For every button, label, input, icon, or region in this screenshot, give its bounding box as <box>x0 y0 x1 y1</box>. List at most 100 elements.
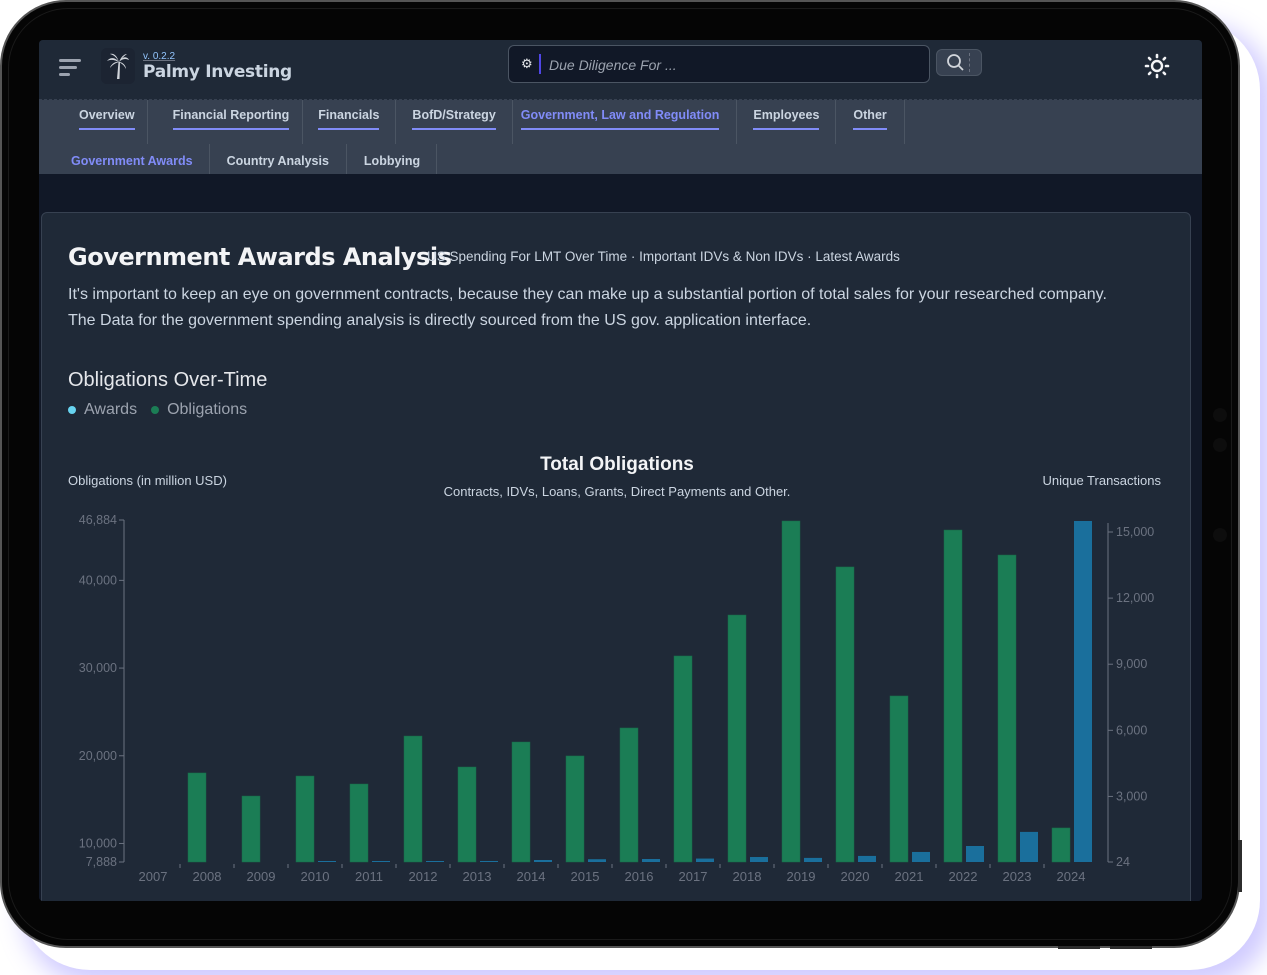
x-tick-label: 2014 <box>517 869 546 884</box>
transactions-bar <box>426 861 444 862</box>
obligations-bar <box>565 755 585 863</box>
x-tick-label: 2020 <box>841 869 870 884</box>
tab-overview[interactable]: Overview <box>59 100 148 144</box>
transactions-bar <box>318 861 336 862</box>
page-subtitle: US Spending For LMT Over Time · Importan… <box>427 249 900 264</box>
chart-title: Total Obligations <box>540 454 694 475</box>
y-tick-label: 10,000 <box>79 836 117 850</box>
obligations-bar <box>187 772 207 863</box>
legend-dot-obligations <box>151 406 160 414</box>
x-tick-label: 2008 <box>193 869 222 884</box>
palm-tree-icon[interactable] <box>101 48 135 84</box>
sensor-dot <box>1213 438 1227 452</box>
sun-icon[interactable] <box>1144 53 1170 79</box>
x-tick-label: 2012 <box>409 869 438 884</box>
brand-name: Palmy Investing <box>143 62 292 82</box>
x-tick-label: 2019 <box>787 869 816 884</box>
obligations-bar <box>403 735 423 863</box>
x-tick-label: 2007 <box>139 869 168 884</box>
app-screen: v. 0.2.2 Palmy Investing ⚙ Due Diligence… <box>39 40 1202 901</box>
y2-tick-label: 15,000 <box>1116 525 1154 539</box>
obligations-bar <box>835 566 855 863</box>
tab-other[interactable]: Other <box>836 100 905 144</box>
legend-item-awards[interactable]: Awards <box>68 401 137 419</box>
y2-axis-label: Unique Transactions <box>1042 473 1161 488</box>
y-tick-label: 20,000 <box>79 749 117 763</box>
x-tick-label: 2017 <box>679 869 708 884</box>
obligations-bar <box>511 741 531 863</box>
camera-dot <box>1213 408 1227 422</box>
secondary-tabs: Government Awards Country Analysis Lobby… <box>59 144 438 177</box>
x-tick-label: 2015 <box>571 869 600 884</box>
tab-government-awards[interactable]: Government Awards <box>59 144 210 177</box>
tab-bofd-strategy[interactable]: BofD/Strategy <box>396 100 513 144</box>
page-title: Government Awards Analysis <box>68 243 452 271</box>
volume-button <box>1058 946 1100 949</box>
obligations-bar <box>673 655 693 863</box>
x-tick-label: 2009 <box>247 869 276 884</box>
y-tick-label: 7,888 <box>86 855 117 869</box>
transactions-bar <box>750 857 768 862</box>
obligations-bar <box>1051 827 1071 863</box>
y2-tick-label: 6,000 <box>1116 723 1147 737</box>
obligations-bar <box>997 554 1017 863</box>
magnifier-icon <box>947 54 964 71</box>
side-button <box>1238 840 1242 892</box>
primary-tabs: Overview Financial Reporting Financials … <box>59 100 905 144</box>
main-content: Government Awards Analysis US Spending F… <box>39 174 1202 901</box>
volume-button <box>1110 946 1152 949</box>
legend-dot-awards <box>68 406 76 414</box>
obligations-bar <box>889 695 909 863</box>
transactions-bar <box>696 858 714 862</box>
search-button[interactable] <box>936 49 982 76</box>
tab-country-analysis[interactable]: Country Analysis <box>210 144 347 177</box>
chart-legend: Awards Obligations <box>68 401 247 419</box>
government-awards-card: Government Awards Analysis US Spending F… <box>41 212 1191 901</box>
tab-financials[interactable]: Financials <box>303 100 397 144</box>
obligations-bar <box>241 795 261 863</box>
y-tick-label: 30,000 <box>79 661 117 675</box>
transactions-bar <box>480 860 498 862</box>
transactions-bar <box>1074 520 1092 862</box>
app-version[interactable]: v. 0.2.2 <box>143 51 175 62</box>
legend-label: Obligations <box>167 401 248 418</box>
transactions-bar <box>534 859 552 862</box>
x-tick-label: 2024 <box>1057 869 1086 884</box>
transactions-bar <box>858 855 876 862</box>
hamburger-icon[interactable] <box>59 57 83 77</box>
tab-lobbying[interactable]: Lobbying <box>347 144 438 177</box>
obligations-bar <box>457 766 477 863</box>
obligations-chart: Total Obligations Contracts, IDVs, Loans… <box>68 454 1161 884</box>
x-tick-label: 2011 <box>355 869 383 884</box>
legend-item-obligations[interactable]: Obligations <box>151 401 247 419</box>
transactions-bar <box>642 859 660 862</box>
obligations-bar <box>349 783 369 863</box>
x-tick-label: 2010 <box>301 869 330 884</box>
chart-subtitle: Contracts, IDVs, Loans, Grants, Direct P… <box>444 484 791 499</box>
x-tick-label: 2023 <box>1003 869 1032 884</box>
tab-employees[interactable]: Employees <box>737 100 837 144</box>
sensor-dot <box>1213 528 1227 542</box>
x-tick-label: 2013 <box>463 869 492 884</box>
transactions-bar <box>1020 831 1038 862</box>
search-input[interactable] <box>547 52 921 78</box>
transactions-bar <box>804 857 822 862</box>
transactions-bar <box>588 859 606 862</box>
tab-financial-reporting[interactable]: Financial Reporting <box>148 100 304 144</box>
tab-government-law-regulation[interactable]: Government, Law and Regulation <box>513 100 738 144</box>
search-box: ⚙ <box>508 45 930 83</box>
section-navigation: Overview Financial Reporting Financials … <box>39 100 1202 177</box>
gear-icon[interactable]: ⚙ <box>521 57 533 72</box>
obligations-bar <box>619 727 639 863</box>
x-tick-label: 2018 <box>733 869 762 884</box>
obligations-bar <box>727 614 747 863</box>
y2-tick-label: 9,000 <box>1116 657 1147 671</box>
section-title: Obligations Over-Time <box>68 369 268 391</box>
y-tick-label: 46,884 <box>79 513 117 527</box>
transactions-bar <box>966 846 984 862</box>
top-bar: v. 0.2.2 Palmy Investing ⚙ <box>39 40 1202 100</box>
y2-tick-label: 3,000 <box>1116 789 1147 803</box>
legend-label: Awards <box>84 401 138 418</box>
x-tick-label: 2016 <box>625 869 654 884</box>
x-tick-label: 2021 <box>895 869 924 884</box>
